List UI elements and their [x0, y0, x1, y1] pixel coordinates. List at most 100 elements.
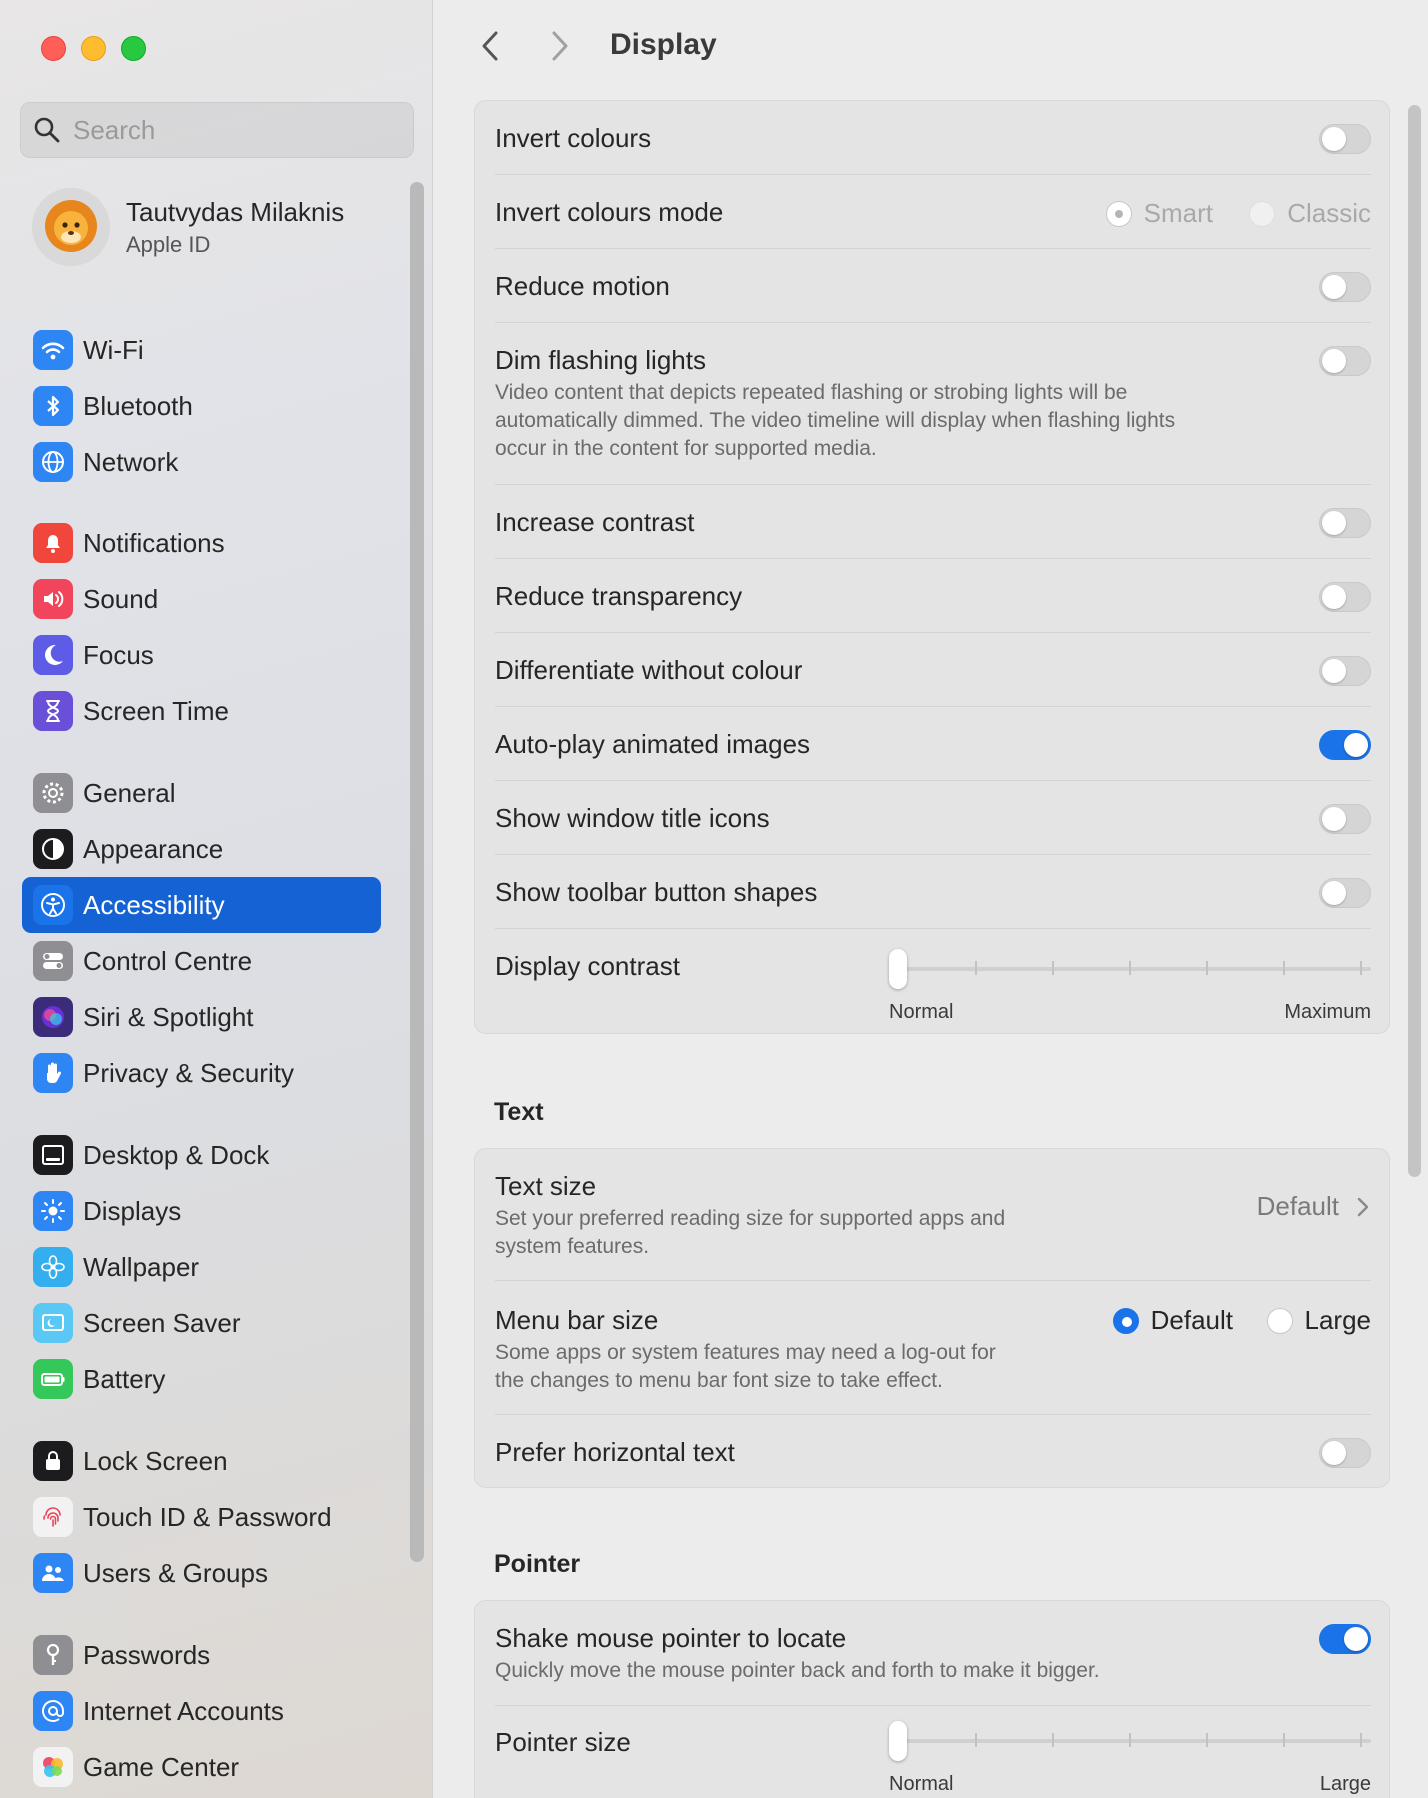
display-settings-card: Invert colours Invert colours mode Smart…	[474, 100, 1390, 1034]
sidebar-item-network[interactable]: Network	[22, 434, 381, 490]
display-contrast-slider[interactable]: Normal Maximum	[889, 949, 1371, 1029]
window-controls	[41, 36, 146, 61]
increase-contrast-toggle[interactable]	[1319, 508, 1371, 538]
section-title-pointer: Pointer	[494, 1550, 581, 1578]
slider-tick	[1129, 961, 1131, 975]
prefer-horizontal-text-toggle[interactable]	[1319, 1438, 1371, 1468]
radio-label: Large	[1304, 1305, 1372, 1335]
minimize-window-button[interactable]	[81, 36, 106, 61]
slider-tick	[975, 961, 977, 975]
sidebar-item-users-and-groups[interactable]: Users & Groups	[22, 1545, 381, 1601]
bluetooth-icon	[33, 386, 73, 426]
reduce-motion-toggle[interactable]	[1319, 272, 1371, 302]
menu-bar-large-radio[interactable]: Large	[1266, 1305, 1372, 1336]
sidebar-item-siri-and-spotlight[interactable]: Siri & Spotlight	[22, 989, 381, 1045]
sidebar-item-accessibility[interactable]: Accessibility	[22, 877, 381, 933]
dock-icon	[33, 1135, 73, 1175]
hand-icon	[33, 1053, 73, 1093]
show-toolbar-button-shapes-toggle[interactable]	[1319, 878, 1371, 908]
sidebar-item-screen-saver[interactable]: Screen Saver	[22, 1295, 381, 1351]
shake-pointer-toggle[interactable]	[1319, 1624, 1371, 1654]
reduce-transparency-row: Reduce transparency	[495, 579, 1371, 615]
slider-tick	[1206, 961, 1208, 975]
sidebar-item-label: Battery	[83, 1363, 166, 1394]
sidebar-item-wallpaper[interactable]: Wallpaper	[22, 1239, 381, 1295]
text-size-row[interactable]: Text size Set your preferred reading siz…	[495, 1169, 1371, 1259]
sidebar-item-appearance[interactable]: Appearance	[22, 821, 381, 877]
slider-tick	[1052, 961, 1054, 975]
sidebar-item-lock-screen[interactable]: Lock Screen	[22, 1433, 381, 1489]
sidebar-item-displays[interactable]: Displays	[22, 1183, 381, 1239]
shake-pointer-label: Shake mouse pointer to locate	[495, 1623, 847, 1653]
differentiate-without-colour-toggle[interactable]	[1319, 656, 1371, 686]
radio-label: Default	[1150, 1305, 1233, 1335]
slider-min-label: Normal	[889, 1773, 954, 1795]
menu-bar-default-radio[interactable]: Default	[1112, 1305, 1233, 1336]
appearance-icon	[33, 829, 73, 869]
sidebar-item-control-centre[interactable]: Control Centre	[22, 933, 381, 989]
sidebar-item-label: Internet Accounts	[83, 1695, 284, 1726]
sidebar-item-notifications[interactable]: Notifications	[22, 515, 381, 571]
invert-mode-classic-radio[interactable]: Classic	[1249, 198, 1371, 229]
search-input[interactable]	[73, 114, 393, 146]
text-size-value[interactable]: Default	[1257, 1191, 1371, 1222]
text-settings-card: Text size Set your preferred reading siz…	[474, 1148, 1390, 1488]
sidebar-item-passwords[interactable]: Passwords	[22, 1627, 381, 1683]
back-button[interactable]	[472, 28, 508, 64]
apple-id-profile[interactable]: Tautvydas Milaknis Apple ID	[32, 188, 344, 266]
sidebar-item-label: Game Center	[83, 1751, 240, 1782]
auto-play-animated-images-toggle[interactable]	[1319, 730, 1371, 760]
sidebar-item-game-center[interactable]: Game Center	[22, 1739, 381, 1795]
menu-bar-size-label: Menu bar size	[495, 1305, 659, 1335]
sidebar-item-general[interactable]: General	[22, 765, 381, 821]
divider	[495, 1280, 1371, 1281]
menu-bar-size-row: Menu bar size Some apps or system featur…	[495, 1301, 1371, 1397]
pointer-size-slider[interactable]: Normal Large	[889, 1721, 1371, 1798]
sidebar-item-sound[interactable]: Sound	[22, 571, 381, 627]
sidebar-item-privacy-and-security[interactable]: Privacy & Security	[22, 1045, 381, 1101]
radio-dot	[1249, 200, 1276, 227]
forward-button[interactable]	[542, 28, 578, 64]
sidebar-item-bluetooth[interactable]: Bluetooth	[22, 378, 381, 434]
game-center-icon	[33, 1747, 73, 1787]
sidebar-scrollbar[interactable]	[410, 182, 424, 1562]
content-scrollbar[interactable]	[1408, 105, 1421, 1177]
sidebar-item-touch-id-and-password[interactable]: Touch ID & Password	[22, 1489, 381, 1545]
zoom-window-button[interactable]	[121, 36, 146, 61]
text-size-label: Text size	[495, 1171, 597, 1201]
radio-dot	[1105, 200, 1132, 227]
display-contrast-row: Display contrast Normal Maximum	[495, 949, 1371, 1029]
divider	[495, 484, 1371, 485]
at-icon	[33, 1691, 73, 1731]
invert-mode-smart-radio[interactable]: Smart	[1105, 198, 1213, 229]
slider-max-label: Large	[1319, 1773, 1371, 1795]
divider	[495, 174, 1371, 175]
sidebar-item-focus[interactable]: Focus	[22, 627, 381, 683]
sidebar-item-label: Users & Groups	[83, 1557, 268, 1588]
reduce-transparency-toggle[interactable]	[1319, 582, 1371, 612]
dim-flashing-desc-line: automatically dimmed. The video timeline…	[495, 409, 1176, 432]
pointer-size-row: Pointer size Normal Large	[495, 1721, 1371, 1798]
profile-name: Tautvydas Milaknis	[126, 196, 345, 227]
sidebar-item-battery[interactable]: Battery	[22, 1351, 381, 1407]
slider-tick	[975, 1733, 977, 1747]
profile-subtitle: Apple ID	[126, 231, 211, 257]
sidebar-item-desktop-and-dock[interactable]: Desktop & Dock	[22, 1127, 381, 1183]
radio-dot	[1112, 1307, 1139, 1334]
search-field[interactable]	[20, 102, 414, 158]
sidebar-item-label: Appearance	[83, 833, 224, 864]
sidebar-item-wi-fi[interactable]: Wi-Fi	[22, 322, 381, 378]
slider-thumb[interactable]	[889, 949, 907, 989]
invert-colours-label: Invert colours	[495, 123, 652, 153]
hourglass-icon	[33, 691, 73, 731]
close-window-button[interactable]	[41, 36, 66, 61]
show-window-title-icons-toggle[interactable]	[1319, 804, 1371, 834]
sidebar-item-internet-accounts[interactable]: Internet Accounts	[22, 1683, 381, 1739]
prefer-horizontal-text-row: Prefer horizontal text	[495, 1435, 1371, 1471]
content-pane: Display Invert colours Invert colours mo…	[434, 0, 1428, 1798]
slider-thumb[interactable]	[889, 1721, 907, 1761]
sidebar-item-screen-time[interactable]: Screen Time	[22, 683, 381, 739]
dim-flashing-lights-toggle[interactable]	[1319, 346, 1371, 376]
auto-play-animated-images-row: Auto-play animated images	[495, 727, 1371, 763]
invert-colours-toggle[interactable]	[1319, 124, 1371, 154]
